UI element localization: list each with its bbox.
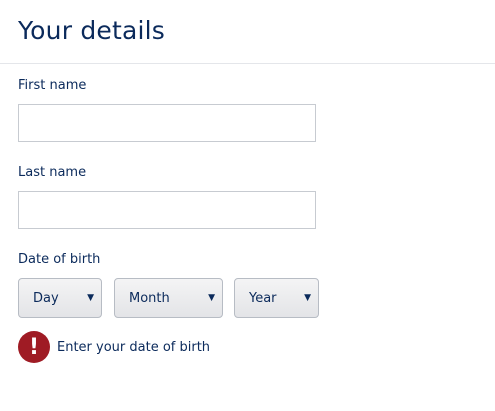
first-name-input[interactable] [18,104,316,142]
day-select-value: Day [33,290,59,306]
last-name-input[interactable] [18,191,316,229]
month-select[interactable]: Month ▼ [114,278,223,318]
chevron-down-icon: ▼ [87,293,94,303]
title-divider [0,63,495,64]
date-of-birth-label: Date of birth [18,252,101,267]
error-text: Enter your date of birth [57,339,211,355]
first-name-label: First name [18,78,87,93]
year-select[interactable]: Year ▼ [234,278,319,318]
chevron-down-icon: ▼ [208,293,215,303]
month-select-value: Month [129,290,170,306]
dob-error-message: ! Enter your date of birth [18,331,210,363]
last-name-label: Last name [18,165,87,180]
year-select-value: Year [249,290,277,306]
chevron-down-icon: ▼ [304,293,311,303]
day-select[interactable]: Day ▼ [18,278,102,318]
page-title: Your details [18,16,166,45]
exclamation-icon: ! [18,331,50,363]
